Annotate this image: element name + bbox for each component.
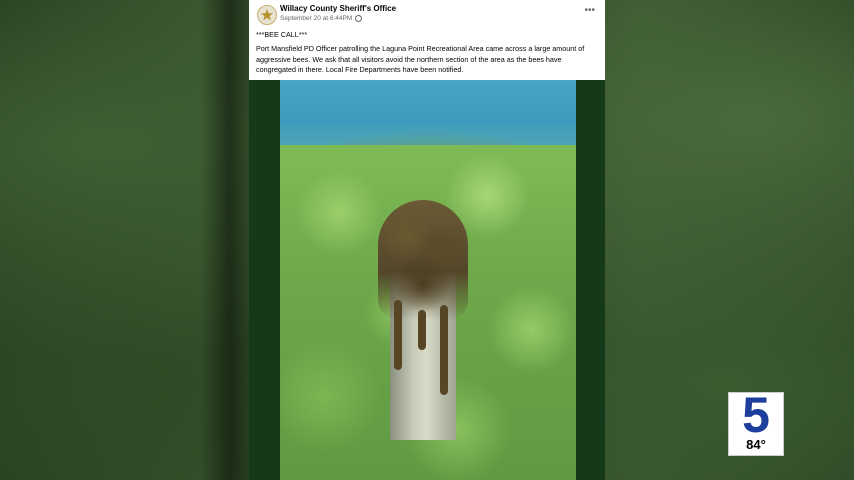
post-header: Willacy County Sheriff's Office Septembe… xyxy=(249,0,605,80)
post-photo xyxy=(280,80,576,480)
more-options-icon[interactable]: ••• xyxy=(584,5,595,16)
bee-covered-post xyxy=(378,200,468,440)
bee-trail xyxy=(440,305,448,395)
video-frame: Willacy County Sheriff's Office Septembe… xyxy=(0,0,854,480)
bee-trail xyxy=(394,300,402,370)
post-headline: ***BEE CALL*** xyxy=(256,30,308,39)
post-body: Port Mansfield PD Officer patrolling the… xyxy=(256,44,585,74)
timestamp-text[interactable]: September 20 at 6:44PM xyxy=(280,15,352,22)
star-badge-icon xyxy=(261,9,273,21)
channel-number: 5 xyxy=(742,387,770,443)
post-timestamp: September 20 at 6:44PM xyxy=(280,15,363,22)
globe-icon xyxy=(355,15,363,22)
kgbt-channel-5-logo: 5 84° xyxy=(728,387,784,456)
sheriff-badge-avatar[interactable] xyxy=(257,5,277,25)
bee-trail xyxy=(418,310,426,350)
page-name[interactable]: Willacy County Sheriff's Office xyxy=(280,4,396,13)
temperature-readout: 84° xyxy=(746,437,766,452)
bee-swarm xyxy=(378,200,468,320)
